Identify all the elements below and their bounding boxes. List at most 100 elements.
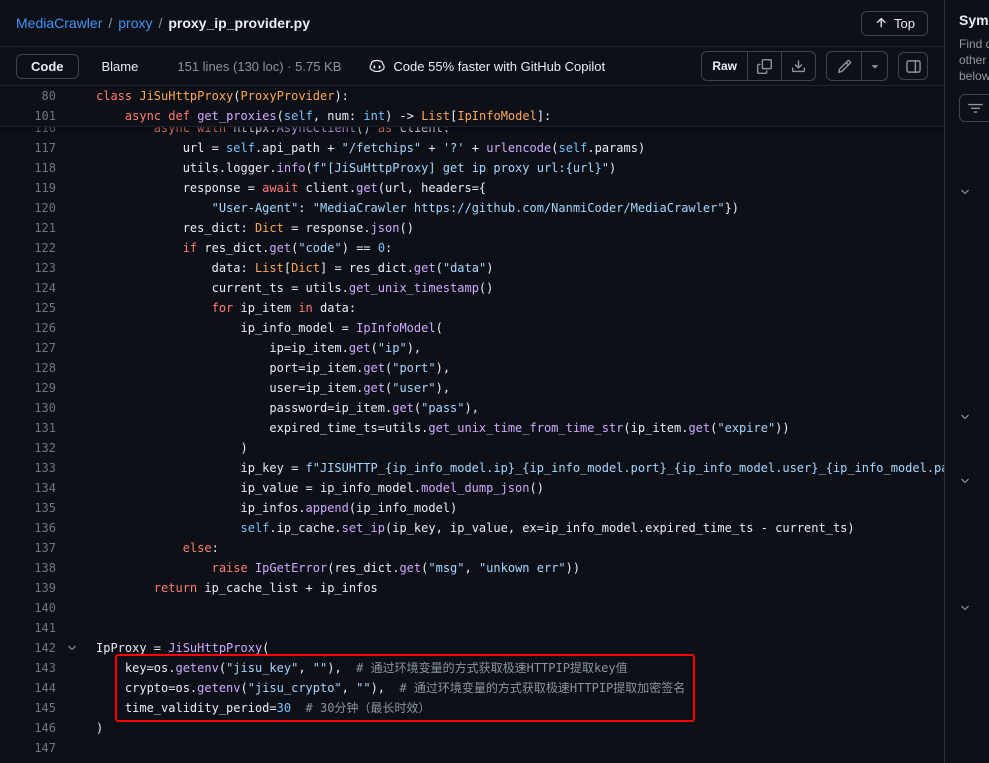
code-line: 117 url = self.api_path + "/fetchips" + … bbox=[0, 138, 944, 158]
symbol-tree-item[interactable] bbox=[959, 596, 971, 620]
edit-button[interactable] bbox=[827, 52, 861, 80]
copy-button[interactable] bbox=[747, 52, 781, 80]
line-number[interactable]: 140 bbox=[0, 598, 56, 618]
code-line: 130 password=ip_item.get("pass"), bbox=[0, 398, 944, 418]
line-number[interactable]: 120 bbox=[0, 198, 56, 218]
code-line: 133 ip_key = f"JISUHTTP_{ip_info_model.i… bbox=[0, 458, 944, 478]
edit-dropdown-button[interactable] bbox=[861, 52, 887, 80]
code-line: 127 ip=ip_item.get("ip"), bbox=[0, 338, 944, 358]
line-number[interactable]: 118 bbox=[0, 158, 56, 178]
line-number[interactable]: 147 bbox=[0, 738, 56, 758]
line-number[interactable]: 130 bbox=[0, 398, 56, 418]
copilot-banner[interactable]: Code 55% faster with GitHub Copilot bbox=[369, 58, 605, 74]
line-number[interactable]: 145 bbox=[0, 698, 56, 718]
code-line: 124 current_ts = utils.get_unix_timestam… bbox=[0, 278, 944, 298]
symbols-panel-icon bbox=[906, 59, 921, 74]
line-number[interactable]: 131 bbox=[0, 418, 56, 438]
file-actions: Raw bbox=[701, 51, 928, 81]
symbols-panel-title: Symbols bbox=[959, 12, 989, 28]
code-text: self.ip_cache.set_ip(ip_key, ip_value, e… bbox=[96, 518, 944, 538]
tab-blame[interactable]: Blame bbox=[87, 54, 154, 79]
code-text: data: List[Dict] = res_dict.get("data") bbox=[96, 258, 944, 278]
symbols-panel-content: Symbols Find definitions and references … bbox=[945, 0, 989, 122]
line-number[interactable]: 138 bbox=[0, 558, 56, 578]
fold-gutter bbox=[56, 718, 96, 738]
line-number[interactable]: 121 bbox=[0, 218, 56, 238]
line-number[interactable]: 119 bbox=[0, 178, 56, 198]
fold-gutter bbox=[56, 418, 96, 438]
breadcrumb-file-name: proxy_ip_provider.py bbox=[168, 15, 310, 31]
code-line: 134 ip_value = ip_info_model.model_dump_… bbox=[0, 478, 944, 498]
symbol-tree-item[interactable] bbox=[959, 180, 971, 204]
breadcrumb-folder-link[interactable]: proxy bbox=[118, 15, 152, 31]
code-line: 145 time_validity_period=30 # 30分钟（最长时效） bbox=[0, 698, 944, 718]
fold-gutter bbox=[56, 598, 96, 618]
fold-gutter bbox=[56, 138, 96, 158]
line-number[interactable]: 129 bbox=[0, 378, 56, 398]
copy-icon bbox=[757, 59, 772, 74]
line-number[interactable]: 80 bbox=[0, 86, 56, 106]
line-number[interactable]: 126 bbox=[0, 318, 56, 338]
line-number[interactable]: 127 bbox=[0, 338, 56, 358]
code-line: 126 ip_info_model = IpInfoModel( bbox=[0, 318, 944, 338]
code-text bbox=[96, 598, 944, 618]
line-number[interactable]: 143 bbox=[0, 658, 56, 678]
line-number[interactable]: 144 bbox=[0, 678, 56, 698]
symbols-filter-input[interactable] bbox=[959, 94, 989, 122]
code-text: res_dict: Dict = response.json() bbox=[96, 218, 944, 238]
line-number[interactable]: 134 bbox=[0, 478, 56, 498]
file-toolbar: Code Blame 151 lines (130 loc) · 5.75 KB… bbox=[0, 46, 944, 86]
code-text: expired_time_ts=utils.get_unix_time_from… bbox=[96, 418, 944, 438]
line-number[interactable]: 136 bbox=[0, 518, 56, 538]
pencil-icon bbox=[837, 59, 852, 74]
line-number[interactable]: 142 bbox=[0, 638, 56, 658]
code-text: class JiSuHttpProxy(ProxyProvider): bbox=[96, 86, 944, 106]
line-number[interactable]: 125 bbox=[0, 298, 56, 318]
line-number[interactable]: 146 bbox=[0, 718, 56, 738]
filter-icon bbox=[968, 101, 983, 116]
symbols-panel-button[interactable] bbox=[898, 52, 928, 80]
line-number[interactable]: 132 bbox=[0, 438, 56, 458]
breadcrumb-separator: / bbox=[108, 15, 112, 31]
code-line: 132 ) bbox=[0, 438, 944, 458]
symbol-tree-item[interactable] bbox=[959, 469, 971, 493]
code-line: 80 class JiSuHttpProxy(ProxyProvider): bbox=[0, 86, 944, 106]
breadcrumb: MediaCrawler / proxy / proxy_ip_provider… bbox=[16, 15, 310, 31]
fold-gutter bbox=[56, 258, 96, 278]
line-number[interactable]: 133 bbox=[0, 458, 56, 478]
code-text: key=os.getenv("jisu_key", ""), # 通过环境变量的… bbox=[96, 658, 944, 678]
line-number[interactable]: 139 bbox=[0, 578, 56, 598]
code-blame-tabs: Code Blame bbox=[16, 54, 153, 79]
line-number[interactable]: 124 bbox=[0, 278, 56, 298]
fold-gutter bbox=[56, 578, 96, 598]
download-button[interactable] bbox=[781, 52, 815, 80]
line-number[interactable]: 137 bbox=[0, 538, 56, 558]
fold-gutter bbox=[56, 198, 96, 218]
line-number[interactable]: 117 bbox=[0, 138, 56, 158]
line-number[interactable]: 101 bbox=[0, 106, 56, 126]
code-line: 144 crypto=os.getenv("jisu_crypto", ""),… bbox=[0, 678, 944, 698]
fold-gutter bbox=[56, 358, 96, 378]
code-text: IpProxy = JiSuHttpProxy( bbox=[96, 638, 944, 658]
code-line: 138 raise IpGetError(res_dict.get("msg",… bbox=[0, 558, 944, 578]
line-number[interactable]: 128 bbox=[0, 358, 56, 378]
fold-gutter bbox=[56, 238, 96, 258]
line-number[interactable]: 141 bbox=[0, 618, 56, 638]
line-number[interactable]: 123 bbox=[0, 258, 56, 278]
code-line: 128 port=ip_item.get("port"), bbox=[0, 358, 944, 378]
copilot-icon bbox=[369, 58, 385, 74]
tab-code[interactable]: Code bbox=[16, 54, 79, 79]
breadcrumb-repo-link[interactable]: MediaCrawler bbox=[16, 15, 102, 31]
github-file-view: MediaCrawler / proxy / proxy_ip_provider… bbox=[0, 0, 989, 763]
fold-gutter bbox=[56, 458, 96, 478]
line-number[interactable]: 122 bbox=[0, 238, 56, 258]
line-number[interactable]: 135 bbox=[0, 498, 56, 518]
raw-button[interactable]: Raw bbox=[702, 52, 747, 80]
collapse-chevron-icon[interactable] bbox=[56, 638, 96, 658]
code-text: response = await client.get(url, headers… bbox=[96, 178, 944, 198]
fold-gutter bbox=[56, 398, 96, 418]
symbol-tree-item[interactable] bbox=[959, 405, 971, 429]
code-line: 129 user=ip_item.get("user"), bbox=[0, 378, 944, 398]
fold-gutter bbox=[56, 498, 96, 518]
scroll-to-top-button[interactable]: Top bbox=[861, 11, 928, 36]
